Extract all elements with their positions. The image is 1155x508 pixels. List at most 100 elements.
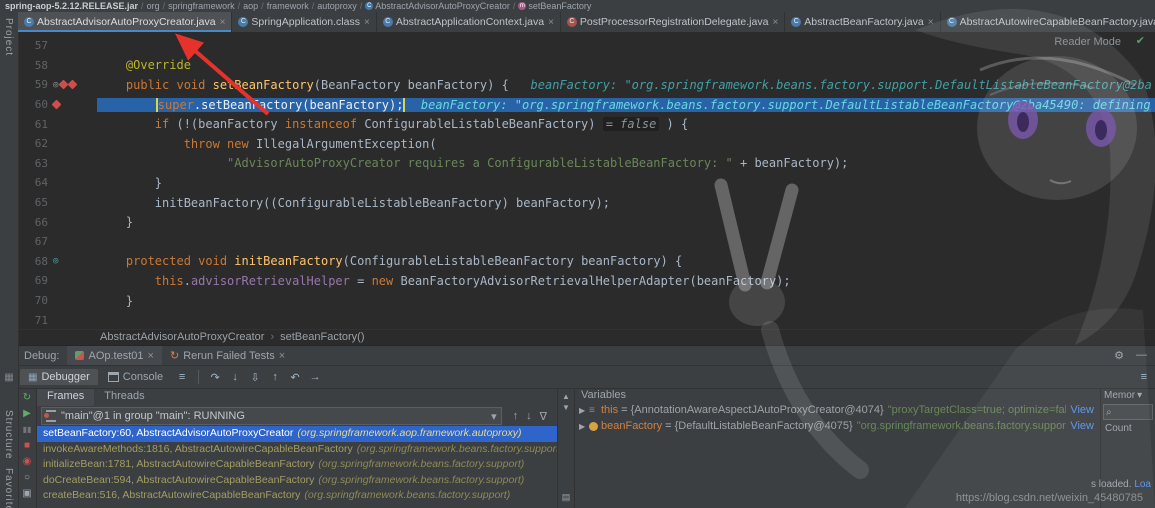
thread-dropdown[interactable]: "main"@1 in group "main": RUNNING ▾ (41, 407, 502, 425)
override-marker-icon[interactable]: ◎ (53, 80, 58, 90)
editor-tab[interactable]: C PostProcessorRegistrationDelegate.java × (561, 12, 786, 32)
layout-settings-icon[interactable]: ≡ (1141, 371, 1147, 383)
mute-breakpoints-button[interactable]: ○ (24, 471, 30, 484)
close-icon[interactable]: × (148, 350, 154, 362)
filter-icon[interactable]: ∇ (540, 410, 547, 423)
resume-button[interactable]: ▶ (23, 407, 31, 420)
code-line[interactable]: 68 ◎ protected void initBeanFactory(Confi… (18, 252, 1155, 272)
thread-dump-button[interactable]: ▣ (22, 487, 31, 500)
code-line[interactable]: 61 if (!(beanFactory instanceof Configur… (18, 114, 1155, 134)
close-icon[interactable]: × (772, 17, 778, 28)
code-line[interactable]: 59 ◎ public void setBeanFactory(BeanFacto… (18, 75, 1155, 95)
load-link[interactable]: Loa (1134, 479, 1151, 490)
editor-breadcrumb-item[interactable]: AbstractAdvisorAutoProxyCreator (100, 330, 264, 345)
breadcrumb-item[interactable]: C AbstractAdvisorAutoProxyCreator (365, 0, 510, 12)
navigate-down-icon[interactable]: ↓ (526, 410, 532, 423)
stack-frame-row[interactable]: setBeanFactory:60, AbstractAdvisorAutoPr… (37, 426, 557, 442)
memory-count-header[interactable]: Count (1101, 422, 1155, 435)
rerun-button[interactable]: ↻ (23, 391, 31, 404)
breakpoint-icon[interactable] (67, 80, 78, 90)
close-icon[interactable]: × (279, 350, 285, 362)
breadcrumb-item[interactable]: framework (267, 0, 309, 12)
inspections-ok-icon[interactable]: ✔ (1136, 34, 1145, 47)
step-out-icon[interactable]: ↑ (266, 371, 284, 383)
stop-button[interactable]: ■ (24, 439, 30, 452)
breakpoint-icon[interactable] (51, 99, 62, 110)
editor-tab[interactable]: C AbstractApplicationContext.java × (377, 12, 561, 32)
tab-threads[interactable]: Threads (94, 389, 154, 406)
close-icon[interactable]: × (364, 17, 370, 28)
code-line[interactable]: 63 "AdvisorAutoProxyCreator requires a C… (18, 154, 1155, 174)
line-number: 57 (34, 39, 48, 53)
editor-tab[interactable]: C SpringApplication.class × (232, 12, 377, 32)
memory-search-input[interactable] (1113, 406, 1144, 418)
chevron-down-icon[interactable]: ▾ (1137, 390, 1142, 401)
pause-button[interactable]: ▮▮ (23, 423, 32, 436)
stack-frame-row[interactable]: invokeAwareMethods:1816, AbstractAutowir… (37, 442, 557, 458)
step-over-icon[interactable]: ↷ (206, 371, 224, 384)
breadcrumb-item[interactable]: m setBeanFactory (518, 0, 591, 12)
scroll-up-icon[interactable]: ▲ (562, 392, 570, 401)
code-line[interactable]: 60 super.setBeanFactory(beanFactory); be… (18, 95, 1155, 115)
breadcrumb-item[interactable]: aop (243, 0, 258, 12)
implement-marker-icon[interactable]: ◎ (53, 256, 58, 266)
breadcrumb-item[interactable]: org (147, 0, 160, 12)
code-line[interactable]: 71 (18, 310, 1155, 330)
code-line[interactable]: 67 (18, 232, 1155, 252)
code-line[interactable]: 70 } (18, 291, 1155, 311)
step-into-icon[interactable]: ↓ (226, 371, 244, 383)
run-to-cursor-icon[interactable]: → (306, 371, 324, 383)
close-icon[interactable]: × (220, 17, 226, 28)
code-line[interactable]: 58 @Override (18, 56, 1155, 76)
close-icon[interactable]: × (928, 17, 934, 28)
editor-tab[interactable]: C AbstractAutowireCapableBeanFactory.java… (941, 12, 1155, 32)
code-editor[interactable]: 57 58 @Override 59 ◎ public void setBeanFac… (18, 32, 1155, 345)
code-line[interactable]: 66 } (18, 212, 1155, 232)
drop-frame-icon[interactable]: ↶ (286, 371, 304, 384)
navigate-up-icon[interactable]: ↑ (513, 410, 519, 423)
editor-tab[interactable]: C AbstractAdvisorAutoProxyCreator.java × (18, 12, 233, 32)
line-number: 70 (34, 294, 48, 308)
debug-session-tab[interactable]: AOp.test01 × (67, 346, 162, 365)
code-line[interactable]: 57 (18, 36, 1155, 56)
tab-frames[interactable]: Frames (37, 389, 95, 406)
force-step-into-icon[interactable]: ⇩ (246, 371, 264, 384)
editor-tab[interactable]: C AbstractBeanFactory.java × (785, 12, 941, 32)
variable-row[interactable]: ▶ ≡ this = {AnnotationAwareAspectJAutoProxyC… (575, 402, 1100, 418)
breadcrumb-item[interactable]: autoproxy (317, 0, 357, 12)
menu-icon[interactable]: ≡ (173, 371, 191, 383)
minimize-icon[interactable]: — (1136, 349, 1147, 362)
breadcrumb-item[interactable]: springframework (168, 0, 235, 12)
code-line[interactable]: 64 } (18, 173, 1155, 193)
stack-frame-row[interactable]: initializeBean:1781, AbstractAutowireCap… (37, 457, 557, 473)
gear-icon[interactable]: ⚙ (1114, 349, 1124, 362)
stack-frame-row[interactable]: createBean:516, AbstractAutowireCapableB… (37, 488, 557, 504)
view-link[interactable]: View (1070, 420, 1094, 432)
reader-mode-label[interactable]: Reader Mode (1054, 36, 1121, 48)
code-line[interactable]: 65 initBeanFactory((ConfigurableListable… (18, 193, 1155, 213)
expand-icon[interactable]: ▶ (579, 406, 589, 415)
editor-breadcrumb-item[interactable]: setBeanFactory() (280, 330, 364, 345)
scroll-down-icon[interactable]: ▼ (562, 403, 570, 412)
view-link[interactable]: View (1070, 404, 1094, 416)
debug-toolwindow-icon[interactable]: ▦ (4, 372, 13, 383)
variable-row[interactable]: ▶ beanFactory = {DefaultListableBeanFactory… (575, 418, 1100, 434)
sidebar-item-structure[interactable]: Structure (3, 410, 14, 460)
stack-frames-list: setBeanFactory:60, AbstractAdvisorAutoPr… (37, 426, 557, 508)
view-breakpoints-button[interactable]: ◉ (23, 455, 32, 468)
breadcrumb-item[interactable]: spring-aop-5.2.12.RELEASE.jar (5, 0, 138, 12)
code-line[interactable]: 62 throw new IllegalArgumentException( (18, 134, 1155, 154)
sidebar-item-project[interactable]: Project (3, 18, 14, 56)
sidebar-item-favorites[interactable]: Favorites (3, 468, 14, 508)
breadcrumb-separator: / (359, 1, 363, 11)
tab-debugger[interactable]: ▦ Debugger (20, 369, 98, 385)
tab-console[interactable]: Console (100, 369, 171, 385)
memory-search[interactable]: ⌕ (1103, 404, 1153, 420)
close-icon[interactable]: × (548, 17, 554, 28)
expand-icon[interactable]: ▶ (579, 422, 589, 431)
rerun-failed-tests-tab[interactable]: ↻ Rerun Failed Tests × (162, 346, 293, 365)
code-line[interactable]: 69 this.advisorRetrievalHelper = new Bea… (18, 271, 1155, 291)
copy-icon[interactable]: ▤ (562, 492, 571, 503)
line-number: 58 (34, 58, 48, 72)
stack-frame-row[interactable]: doCreateBean:594, AbstractAutowireCapabl… (37, 473, 557, 489)
